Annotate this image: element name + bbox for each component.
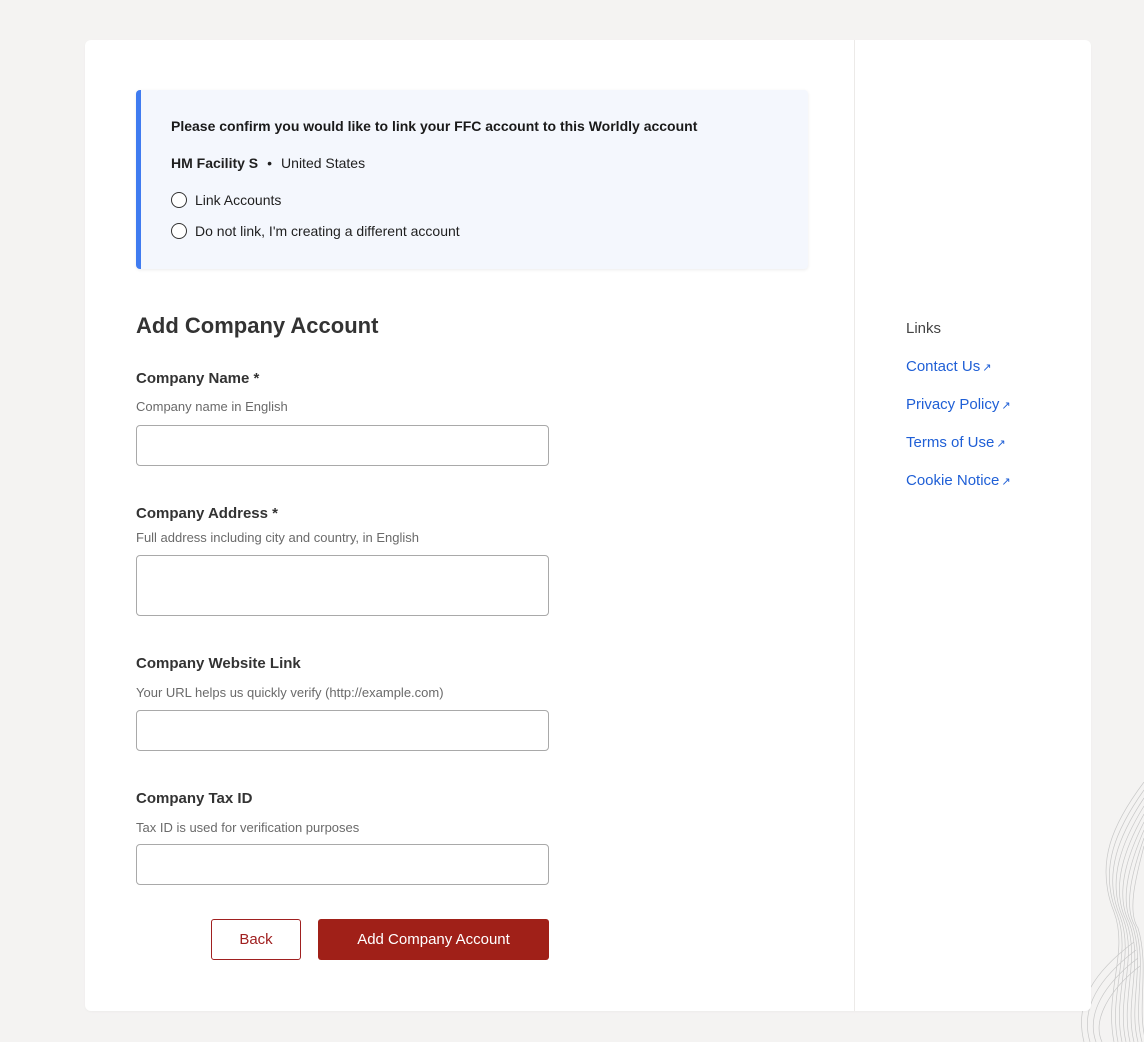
link-label: Terms of Use (906, 434, 995, 451)
radio-option-do-not-link[interactable]: Do not link, I'm creating a different ac… (171, 223, 460, 239)
radio-option-link-accounts[interactable]: Link Accounts (171, 192, 281, 208)
company-address-input[interactable] (136, 555, 549, 616)
company-address-help: Full address including city and country,… (136, 530, 420, 545)
back-button[interactable]: Back (211, 919, 301, 960)
facility-name: HM Facility S (171, 155, 259, 171)
terms-of-use-link[interactable]: Terms of Use ↗ (906, 434, 1006, 451)
company-website-help: Your URL helps us quickly verify (http:/… (136, 685, 444, 700)
radio-button[interactable] (171, 192, 187, 208)
contact-us-link[interactable]: Contact Us ↗ (906, 358, 991, 375)
form-title: Add Company Account (136, 313, 379, 338)
company-address-label: Company Address * (136, 505, 278, 522)
facility-info: HM Facility S • United States (171, 155, 365, 171)
facility-separator: • (267, 155, 273, 171)
link-label: Cookie Notice (906, 472, 1000, 489)
cookie-notice-link[interactable]: Cookie Notice ↗ (906, 472, 1011, 489)
facility-country: United States (281, 155, 366, 171)
external-link-icon: ↗ (1001, 400, 1011, 412)
main-card: Please confirm you would like to link yo… (85, 40, 1091, 1011)
privacy-policy-link[interactable]: Privacy Policy ↗ (906, 396, 1011, 413)
link-label: Privacy Policy (906, 396, 1000, 413)
company-name-help: Company name in English (136, 399, 288, 414)
column-divider (854, 40, 855, 1011)
company-name-input[interactable] (136, 425, 549, 466)
confirmation-title: Please confirm you would like to link yo… (171, 118, 698, 134)
radio-label: Do not link, I'm creating a different ac… (195, 223, 460, 239)
company-tax-id-input[interactable] (136, 844, 549, 885)
company-website-input[interactable] (136, 710, 549, 751)
add-company-account-button[interactable]: Add Company Account (318, 919, 549, 960)
links-heading: Links (906, 320, 942, 337)
external-link-icon: ↗ (982, 362, 992, 374)
company-name-label: Company Name * (136, 370, 260, 387)
external-link-icon: ↗ (1001, 476, 1011, 488)
radio-label: Link Accounts (195, 192, 282, 208)
link-account-confirmation: Please confirm you would like to link yo… (136, 90, 808, 269)
company-tax-id-help: Tax ID is used for verification purposes (136, 820, 360, 835)
company-tax-id-label: Company Tax ID (136, 790, 253, 807)
company-website-label: Company Website Link (136, 655, 301, 672)
external-link-icon: ↗ (996, 438, 1006, 450)
link-label: Contact Us (906, 358, 981, 375)
radio-button[interactable] (171, 223, 187, 239)
